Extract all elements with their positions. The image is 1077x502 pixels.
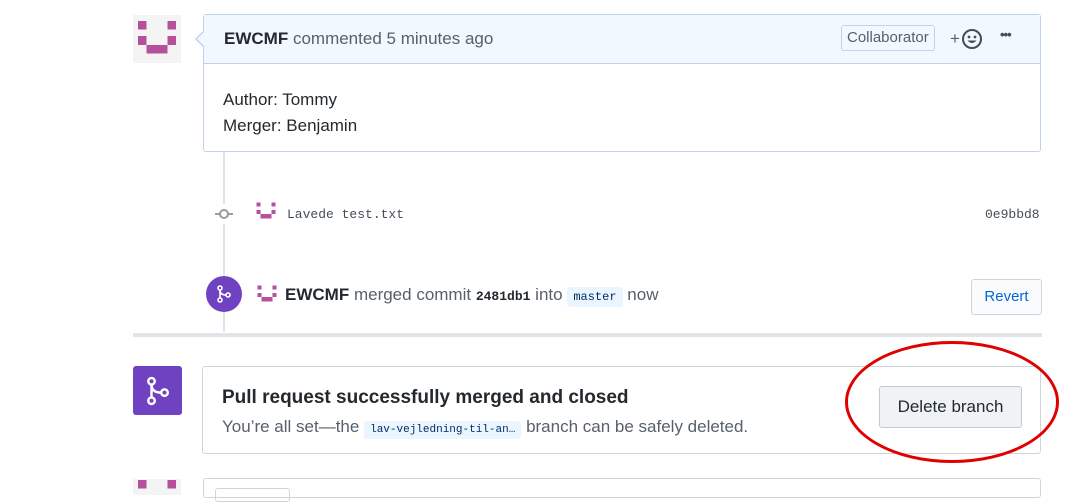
target-branch[interactable]: master xyxy=(567,287,623,307)
merged-status-icon xyxy=(133,366,182,415)
comment-author[interactable]: EWCMF xyxy=(224,29,288,48)
commit-message[interactable]: Lavede test.txt xyxy=(287,207,404,222)
plus-label: + xyxy=(950,29,960,48)
merge-event-text: EWCMF merged commit 2481db1 into master … xyxy=(285,285,658,307)
comment-box: EWCMF commented 5 minutes ago Collaborat… xyxy=(195,14,1041,152)
comment-line: Merger: Benjamin xyxy=(223,116,358,135)
more-options-button[interactable]: ••• xyxy=(1000,27,1012,42)
merge-text-before: merged commit xyxy=(353,285,472,304)
add-reaction-button[interactable]: + xyxy=(950,28,983,50)
merge-status-description: You’re all set—the lav-vejledning-til-an… xyxy=(222,417,749,439)
desc-before: You’re all set—the xyxy=(222,417,360,436)
merged-commit-sha[interactable]: 2481db1 xyxy=(476,289,531,304)
highlight-circle xyxy=(845,341,1059,463)
merge-author[interactable]: EWCMF xyxy=(285,285,349,304)
source-branch[interactable]: lav-vejledning-til-an… xyxy=(364,421,522,439)
comment-action: commented xyxy=(292,29,382,48)
comment-meta: EWCMF commented 5 minutes ago xyxy=(224,29,493,49)
next-comment-box xyxy=(203,478,1041,502)
smiley-icon xyxy=(961,29,982,49)
desc-after: branch can be safely deleted. xyxy=(526,417,749,436)
merge-event-icon xyxy=(206,276,242,312)
comment-header: EWCMF commented 5 minutes ago Collaborat… xyxy=(195,15,1040,64)
next-avatar[interactable] xyxy=(133,479,181,495)
comment-time[interactable]: 5 minutes ago xyxy=(387,29,494,48)
merge-text-into: into xyxy=(535,285,563,304)
commit-icon xyxy=(214,204,234,224)
commit-sha[interactable]: 0e9bbd8 xyxy=(985,207,1040,222)
comment-body: Author: Tommy Merger: Benjamin xyxy=(223,87,357,139)
revert-button[interactable]: Revert xyxy=(971,279,1042,315)
comment-line: Author: Tommy xyxy=(223,90,338,109)
merge-text-after[interactable]: now xyxy=(627,285,658,304)
timeline-separator xyxy=(133,333,1042,337)
next-tab[interactable] xyxy=(215,488,290,502)
commit-avatar[interactable] xyxy=(255,201,277,223)
collaborator-badge: Collaborator xyxy=(841,25,935,51)
avatar[interactable] xyxy=(133,15,181,63)
merge-avatar[interactable] xyxy=(256,284,278,306)
merge-status-title: Pull request successfully merged and clo… xyxy=(222,387,629,408)
